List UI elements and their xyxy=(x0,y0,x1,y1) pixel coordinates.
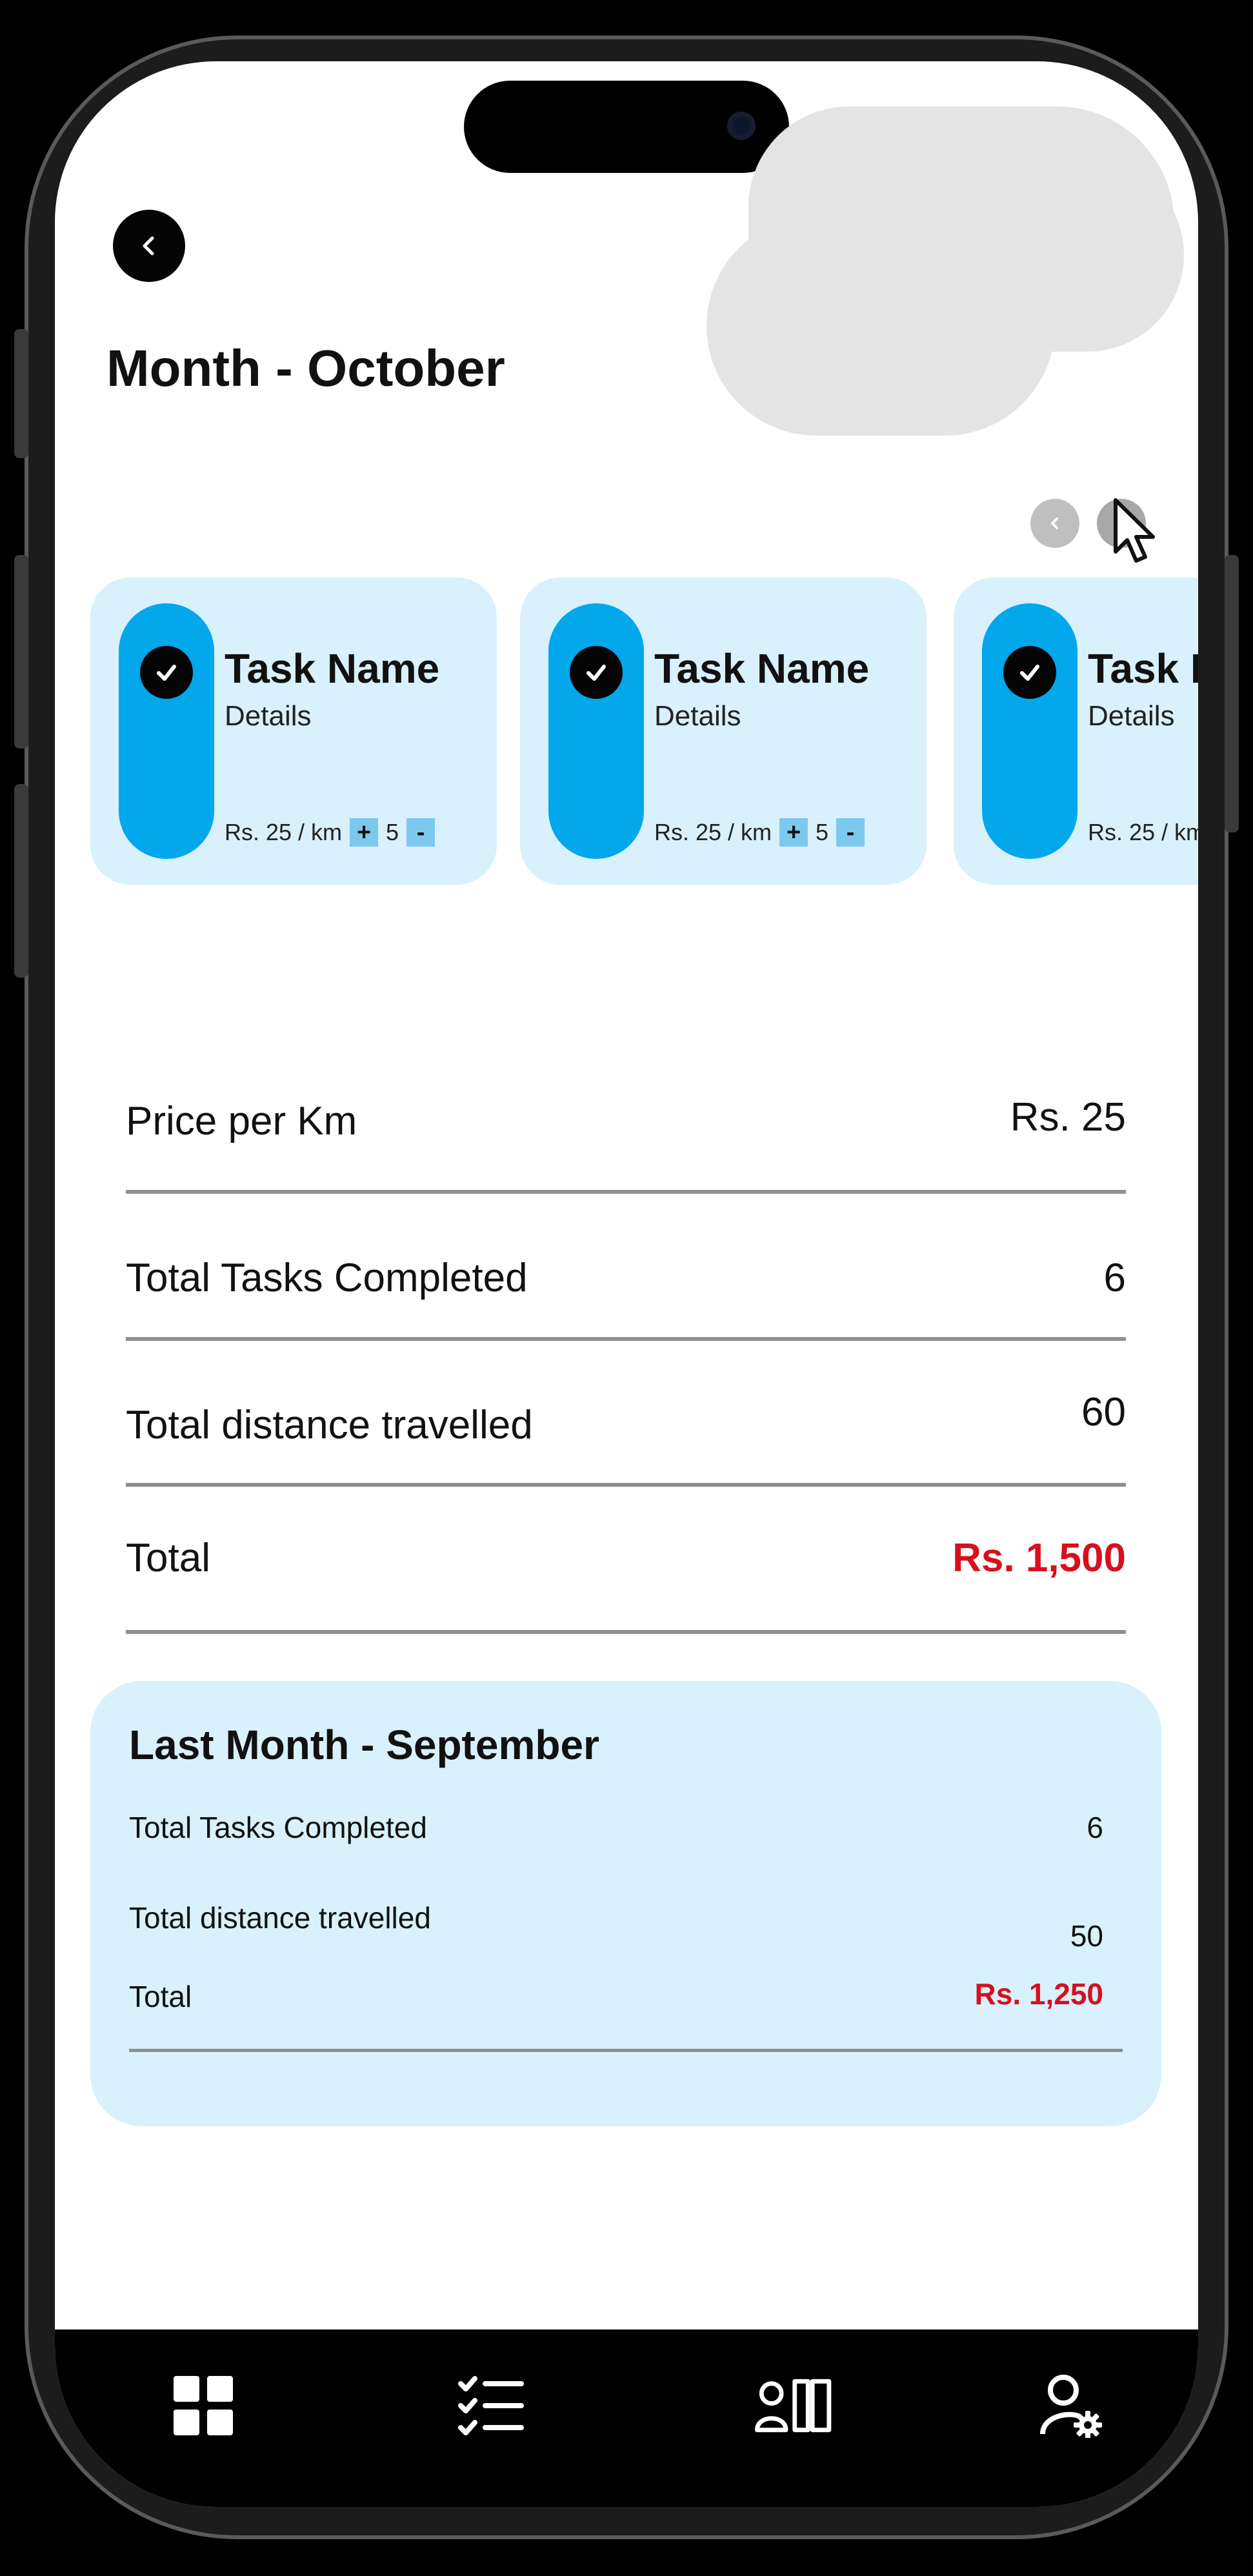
last-month-label: Total Tasks Completed xyxy=(129,1811,427,1844)
page-title: Month - October xyxy=(106,339,505,397)
chevron-left-icon xyxy=(1051,518,1058,529)
task-name: Task Name xyxy=(1088,645,1198,692)
app-screen: Month - October Task Name Details Rs. 25… xyxy=(55,61,1198,2507)
summary-value: Rs. 25 xyxy=(1010,1095,1126,1140)
last-month-title: Last Month - September xyxy=(129,1722,599,1768)
task-card[interactable]: Task Name Details Rs. 25 / km + 5 - xyxy=(520,578,927,885)
last-month-card: Last Month - September Total Tasks Compl… xyxy=(90,1681,1161,2126)
last-month-label: Total distance travelled xyxy=(129,1901,431,1935)
carousel-prev-button[interactable] xyxy=(1030,499,1079,548)
task-status-pill xyxy=(548,603,644,859)
task-status-pill xyxy=(119,603,214,859)
side-button xyxy=(14,329,28,458)
user-board-icon xyxy=(755,2379,832,2433)
task-rate-row: Rs. 25 / km + 5 - xyxy=(225,818,436,847)
task-quantity: 5 xyxy=(386,819,399,845)
side-button xyxy=(1225,555,1239,832)
decrement-button[interactable]: - xyxy=(406,818,436,847)
summary-label: Total Tasks Completed xyxy=(126,1256,528,1300)
summary-label: Total xyxy=(126,1536,210,1580)
check-icon xyxy=(570,646,623,699)
task-status-pill xyxy=(982,603,1078,859)
last-month-total: Rs. 1,250 xyxy=(974,1977,1103,2011)
increment-button[interactable]: + xyxy=(779,818,808,847)
check-icon xyxy=(140,646,193,699)
summary-row-total: Total Rs. 1,500 xyxy=(126,1487,1126,1634)
summary-row-price: Price per Km Rs. 25 xyxy=(126,1039,1126,1194)
task-rate: Rs. 25 / km xyxy=(654,819,772,845)
summary-row-distance: Total distance travelled 60 xyxy=(126,1341,1126,1487)
last-month-label: Total xyxy=(129,1980,192,2013)
task-quantity: 5 xyxy=(816,819,829,845)
mouse-cursor-icon xyxy=(1114,498,1155,563)
chevron-left-icon xyxy=(143,236,154,256)
tab-reports[interactable] xyxy=(755,2367,832,2444)
summary-label: Price per Km xyxy=(126,1099,357,1143)
total-amount: Rs. 1,500 xyxy=(952,1536,1126,1580)
checklist-icon xyxy=(458,2376,524,2435)
dynamic-island xyxy=(464,81,789,173)
side-button xyxy=(14,784,28,978)
tab-tasks[interactable] xyxy=(452,2367,529,2444)
task-card[interactable]: Task Name Details Rs. 25 / km + 5 - xyxy=(954,578,1198,885)
grid-icon xyxy=(174,2376,233,2435)
task-name: Task Name xyxy=(225,645,440,692)
task-card[interactable]: Task Name Details Rs. 25 / km + 5 - xyxy=(90,578,497,885)
tab-profile-settings[interactable] xyxy=(1032,2367,1110,2444)
summary-value: 6 xyxy=(1103,1256,1126,1300)
task-rate-row: Rs. 25 / km + 5 - xyxy=(1088,818,1198,847)
october-summary: Price per Km Rs. 25 Total Tasks Complete… xyxy=(126,1039,1126,1634)
last-month-value: 6 xyxy=(1087,1811,1103,1844)
side-button xyxy=(14,555,28,749)
bottom-tab-bar xyxy=(55,2329,1198,2507)
user-gear-icon xyxy=(1040,2375,1102,2438)
increment-button[interactable]: + xyxy=(350,818,379,847)
task-name: Task Name xyxy=(654,645,870,692)
task-carousel[interactable]: Task Name Details Rs. 25 / km + 5 - Task… xyxy=(90,578,1198,887)
check-icon xyxy=(1003,646,1056,699)
task-rate: Rs. 25 / km xyxy=(225,819,343,845)
decrement-button[interactable]: - xyxy=(836,818,865,847)
summary-value: 60 xyxy=(1081,1390,1126,1434)
task-rate-row: Rs. 25 / km + 5 - xyxy=(654,818,865,847)
divider xyxy=(129,2049,1123,2052)
last-month-value: 50 xyxy=(1070,1919,1103,1953)
summary-row-tasks: Total Tasks Completed 6 xyxy=(126,1194,1126,1341)
redacted-area xyxy=(810,158,1184,352)
task-details: Details xyxy=(1088,700,1175,732)
camera-icon xyxy=(727,112,756,140)
tab-home[interactable] xyxy=(165,2367,242,2444)
summary-label: Total distance travelled xyxy=(126,1403,533,1447)
task-rate: Rs. 25 / km xyxy=(1088,819,1198,845)
task-details: Details xyxy=(654,700,741,732)
back-button[interactable] xyxy=(113,210,185,282)
task-details: Details xyxy=(225,700,312,732)
